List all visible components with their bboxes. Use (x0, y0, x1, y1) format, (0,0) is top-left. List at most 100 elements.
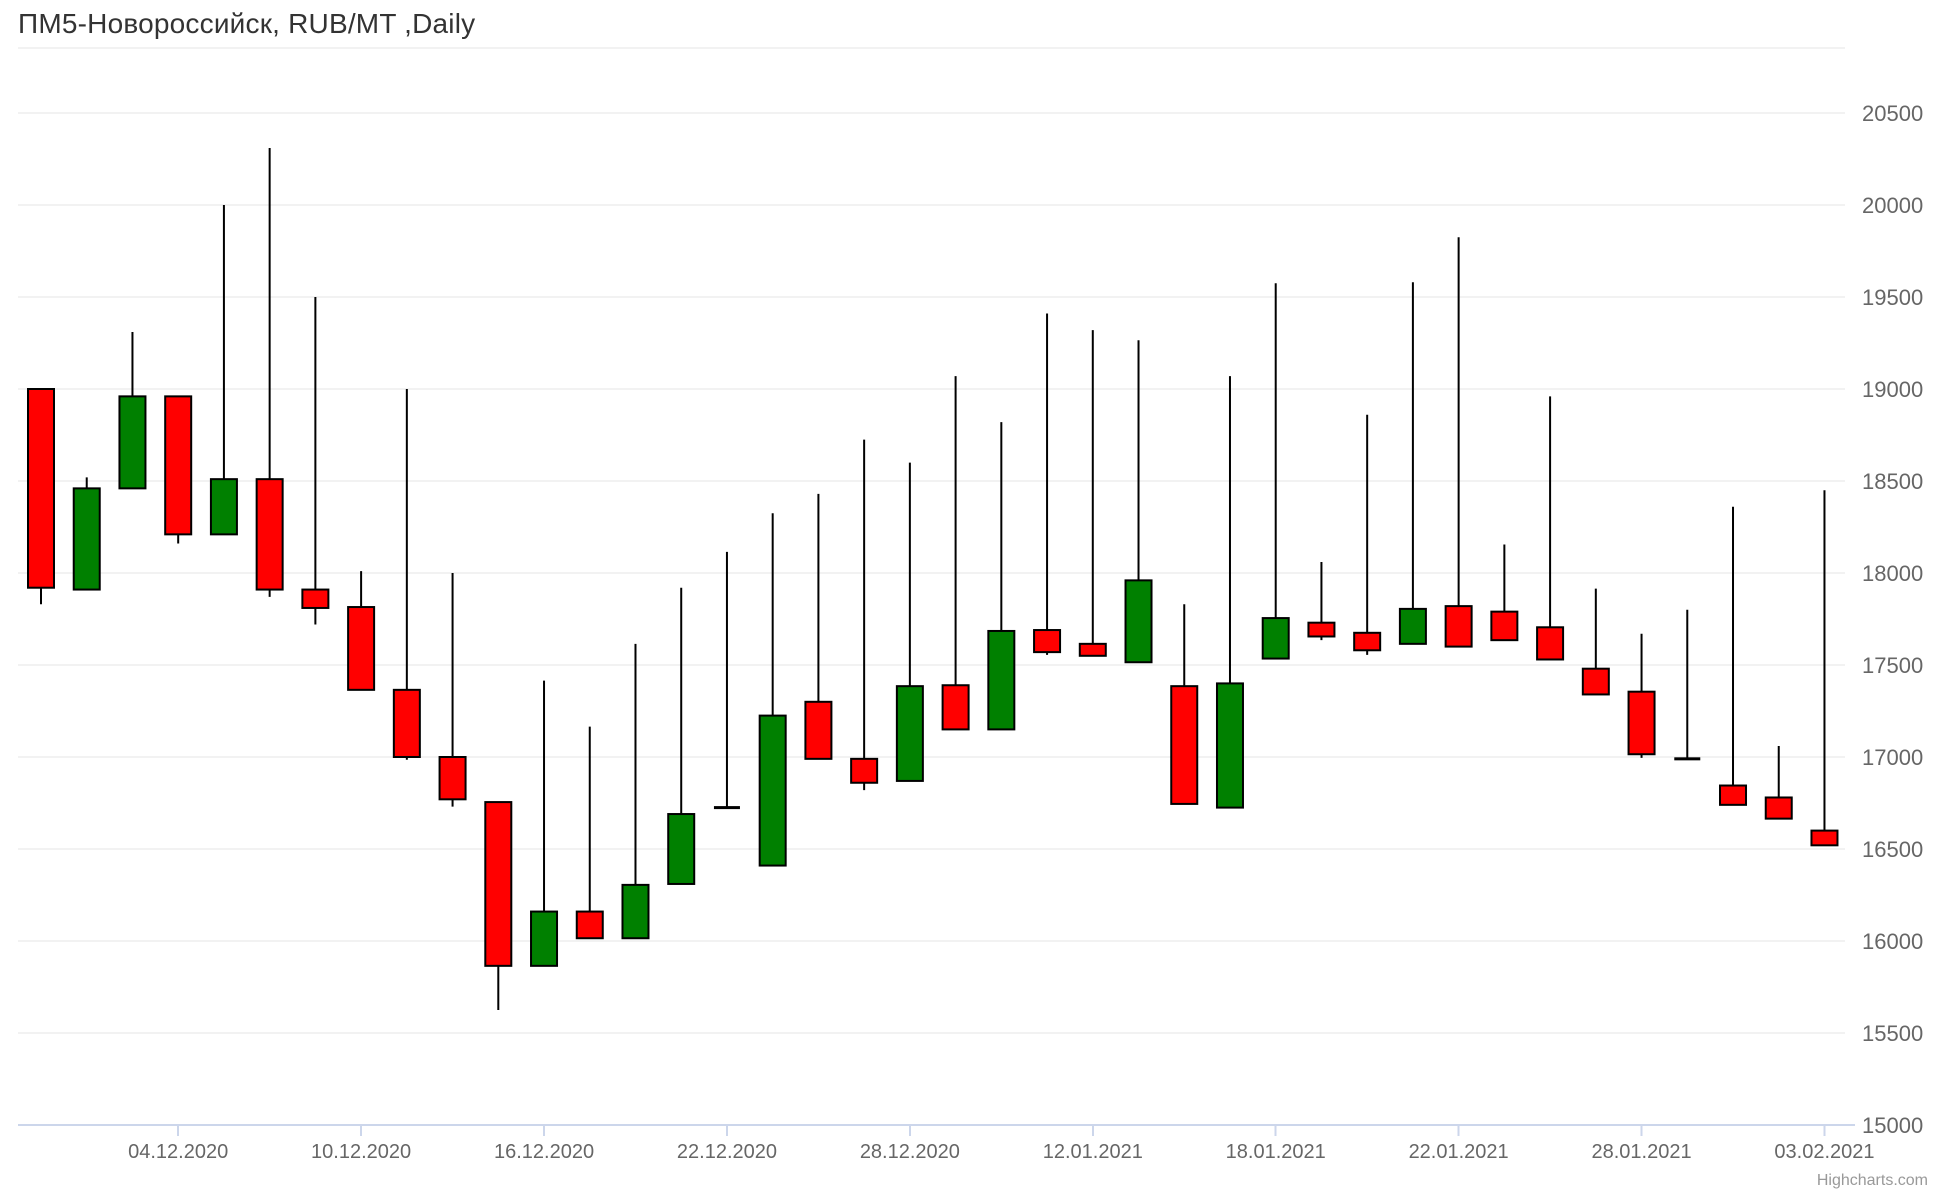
candle-26.01.2021[interactable] (1536, 396, 1565, 661)
y-axis-label: 20500 (1862, 101, 1923, 126)
candle-body-bullish (895, 685, 924, 782)
candle-18.01.2021[interactable] (1261, 283, 1290, 660)
y-axis-label: 15500 (1862, 1021, 1923, 1046)
candle-doji-dash (713, 806, 740, 810)
candle-body-bearish (1764, 796, 1793, 820)
y-axis-label: 20000 (1862, 193, 1923, 218)
highcharts-credit-link[interactable]: Highcharts.com (1817, 1172, 1928, 1190)
candle-body-bearish (804, 700, 833, 760)
y-axis-label: 15000 (1862, 1113, 1923, 1138)
candle-10.12.2020[interactable] (347, 571, 376, 691)
candle-body-bearish (484, 801, 513, 967)
candle-15.12.2020[interactable] (484, 801, 513, 1010)
candle-body-bearish (27, 388, 55, 589)
candle-22.12.2020[interactable] (713, 551, 740, 810)
y-axis-label: 16500 (1862, 837, 1923, 862)
candle-body-bearish (1810, 829, 1839, 847)
candle-body-bearish (347, 606, 376, 691)
candle-body-bullish (1398, 607, 1427, 645)
x-axis-label: 12.01.2021 (1043, 1141, 1143, 1163)
candle-21.01.2021[interactable] (1398, 282, 1427, 645)
candle-29.01.2021[interactable] (1674, 609, 1701, 761)
candle-body-bullish (1215, 682, 1244, 809)
candle-30.12.2020[interactable] (987, 422, 1016, 731)
candle-23.12.2020[interactable] (758, 513, 787, 867)
candle-body-bearish (1490, 610, 1519, 642)
candle-body-bearish (1170, 685, 1199, 805)
y-axis-label: 16000 (1862, 929, 1923, 954)
candle-14.12.2020[interactable] (438, 573, 467, 807)
x-axis-label: 28.01.2021 (1591, 1141, 1691, 1163)
candle-body-bearish (164, 395, 193, 536)
candle-08.12.2020[interactable] (255, 147, 284, 597)
candle-29.12.2020[interactable] (941, 376, 970, 731)
candle-doji-dash (1674, 757, 1701, 761)
candle-body-bearish (1078, 642, 1107, 657)
candle-15.01.2021[interactable] (1215, 376, 1244, 809)
candle-body-bearish (1307, 621, 1336, 638)
candle-17.12.2020[interactable] (575, 726, 604, 940)
y-axis-label: 19500 (1862, 285, 1923, 310)
candle-body-bullish (72, 487, 101, 591)
candle-24.12.2020[interactable] (804, 493, 833, 760)
candle-01.12.2020[interactable] (27, 388, 55, 605)
candle-body-bullish (118, 395, 147, 490)
x-axis-label: 16.12.2020 (494, 1141, 594, 1163)
candle-03.02.2021[interactable] (1810, 490, 1839, 847)
candle-body-bearish (1719, 784, 1748, 806)
candle-12.01.2021[interactable] (1078, 330, 1107, 657)
y-axis-label: 19000 (1862, 377, 1923, 402)
candle-body-bearish (392, 688, 421, 759)
plot-area: 20500 20000 19500 19000 18500 18000 17500 17000… (18, 47, 1923, 1163)
candle-body-bearish (1033, 629, 1062, 654)
candle-16.12.2020[interactable] (530, 680, 559, 967)
candle-07.12.2020[interactable] (209, 205, 238, 536)
candle-11.01.2021[interactable] (1033, 313, 1062, 655)
candle-03.12.2020[interactable] (118, 331, 147, 490)
candle-body-bearish (850, 757, 879, 784)
candle-04.12.2020[interactable] (164, 395, 193, 544)
candle-body-bearish (255, 478, 284, 591)
candle-body-bullish (1124, 579, 1153, 664)
candle-body-bearish (1627, 690, 1656, 756)
candle-body-bearish (1353, 631, 1382, 652)
candle-02.12.2020[interactable] (72, 477, 101, 591)
candle-body-bullish (530, 910, 559, 967)
x-axis-label: 03.02.2021 (1774, 1141, 1874, 1163)
y-axis-label: 18000 (1862, 561, 1923, 586)
y-axis-label: 17000 (1862, 745, 1923, 770)
candle-body-bearish (1444, 605, 1473, 648)
chart-title: ПМ5-Новороссийск, RUB/MT ,Daily (18, 8, 476, 39)
candle-01.02.2021[interactable] (1719, 506, 1748, 806)
x-axis-label: 18.01.2021 (1226, 1141, 1326, 1163)
candle-20.01.2021[interactable] (1353, 414, 1382, 655)
candle-11.12.2020[interactable] (392, 389, 421, 760)
candle-22.01.2021[interactable] (1444, 237, 1473, 648)
candle-25.01.2021[interactable] (1490, 544, 1519, 642)
candle-14.01.2021[interactable] (1170, 604, 1199, 805)
candle-body-bearish (1581, 667, 1610, 696)
candle-body-bearish (941, 684, 970, 731)
x-axis-label: 22.12.2020 (677, 1141, 777, 1163)
y-axis-label: 18500 (1862, 469, 1923, 494)
candle-25.12.2020[interactable] (850, 439, 879, 791)
candle-19.01.2021[interactable] (1307, 561, 1336, 641)
candle-28.12.2020[interactable] (895, 462, 924, 782)
candle-21.12.2020[interactable] (667, 587, 696, 885)
x-axis-label: 04.12.2020 (128, 1141, 228, 1163)
candle-27.01.2021[interactable] (1581, 588, 1610, 696)
candle-body-bearish (1536, 626, 1565, 661)
y-axis-label: 17500 (1862, 653, 1923, 678)
candlestick-chart: ПМ5-Новороссийск, RUB/MT ,Daily 20500 200… (0, 0, 1940, 1200)
candle-body-bullish (209, 478, 238, 536)
x-axis-label: 22.01.2021 (1409, 1141, 1509, 1163)
candle-body-bearish (438, 756, 467, 801)
candle-body-bullish (1261, 617, 1290, 660)
candle-09.12.2020[interactable] (301, 297, 330, 625)
x-axis-label: 28.12.2020 (860, 1141, 960, 1163)
candle-28.01.2021[interactable] (1627, 633, 1656, 758)
candle-body-bullish (667, 813, 696, 885)
candle-18.12.2020[interactable] (621, 643, 650, 940)
candle-body-bullish (987, 629, 1016, 731)
candle-body-bearish (575, 910, 604, 940)
